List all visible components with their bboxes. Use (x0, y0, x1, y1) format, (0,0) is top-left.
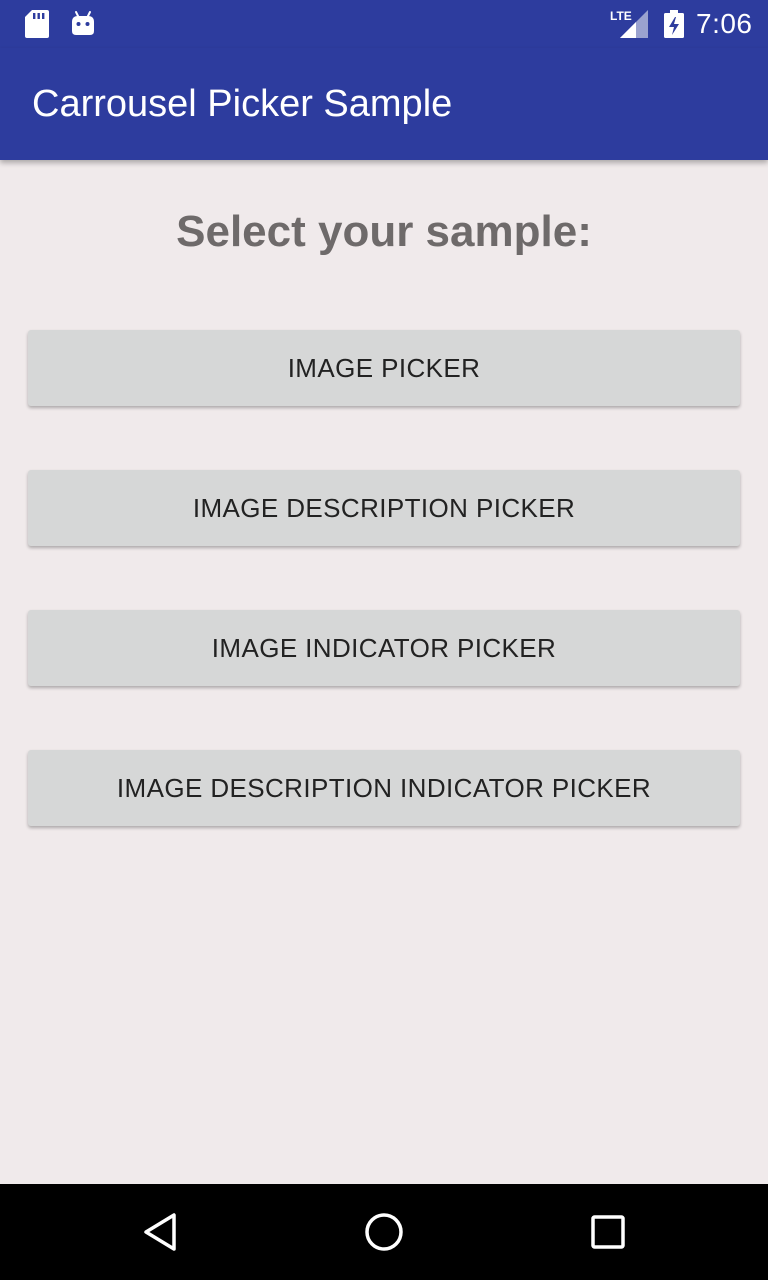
recents-icon[interactable] (584, 1208, 632, 1256)
main-content: Select your sample: IMAGE PICKER IMAGE D… (0, 160, 768, 1184)
status-time: 7:06 (696, 8, 753, 39)
lte-label: LTE (610, 9, 632, 23)
app-bar: Carrousel Picker Sample (0, 48, 768, 160)
home-icon[interactable] (360, 1208, 408, 1256)
lte-signal-icon: LTE (610, 9, 648, 38)
app-title: Carrousel Picker Sample (32, 83, 453, 125)
status-bar: LTE 7:06 (0, 0, 768, 48)
navigation-bar (0, 1184, 768, 1280)
image-picker-button[interactable]: IMAGE PICKER (28, 330, 740, 406)
image-description-picker-button[interactable]: IMAGE DESCRIPTION PICKER (28, 470, 740, 546)
battery-charging-icon (664, 10, 684, 38)
page-heading: Select your sample: (176, 207, 592, 256)
image-description-indicator-picker-button[interactable]: IMAGE DESCRIPTION INDICATOR PICKER (28, 750, 740, 826)
image-indicator-picker-button[interactable]: IMAGE INDICATOR PICKER (28, 610, 740, 686)
android-icon (72, 11, 94, 35)
sd-card-icon (25, 10, 49, 38)
back-icon[interactable] (136, 1208, 184, 1256)
